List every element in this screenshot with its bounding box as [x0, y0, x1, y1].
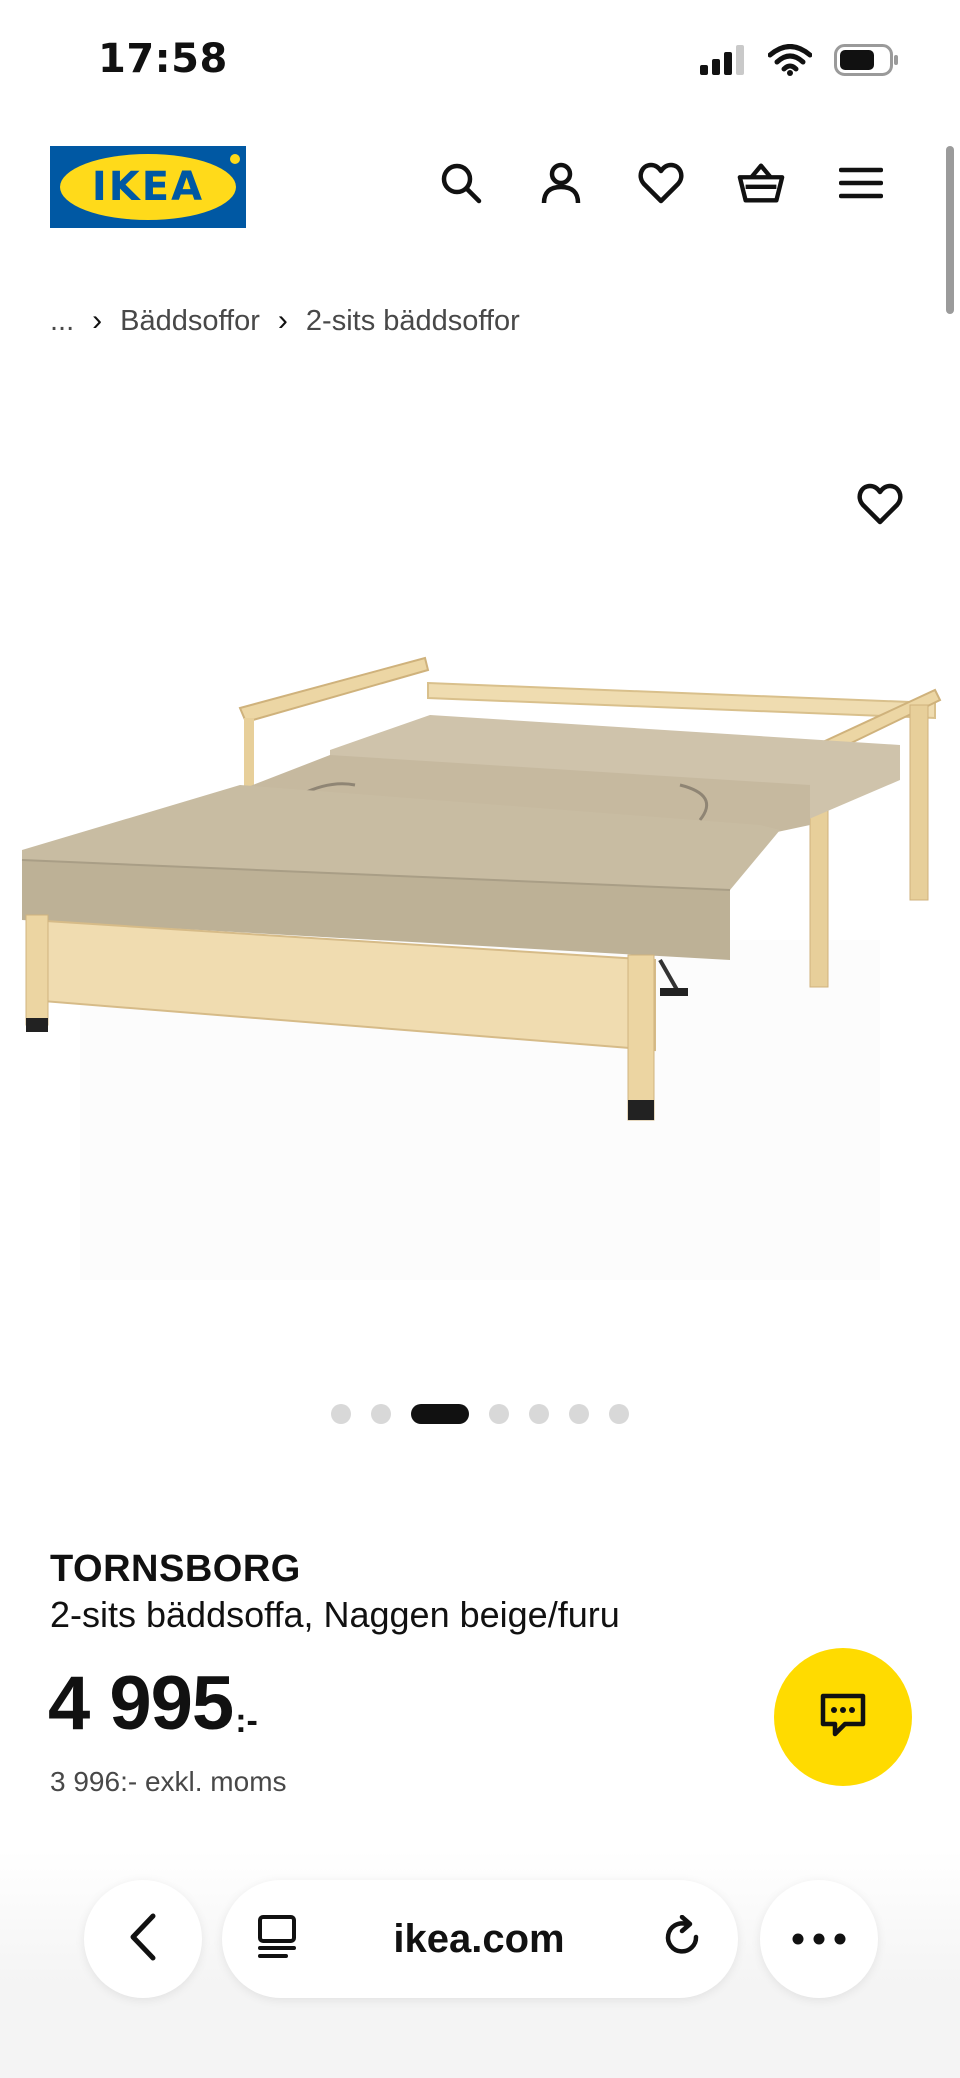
heart-icon[interactable]: [636, 158, 686, 208]
carousel-dot[interactable]: [331, 1404, 351, 1424]
signal-icon: [700, 45, 746, 79]
header-actions: [436, 158, 886, 208]
page-scrollbar[interactable]: [946, 146, 954, 314]
more-options-button[interactable]: [760, 1880, 878, 1998]
wifi-icon: [767, 44, 813, 80]
tabs-icon[interactable]: [256, 1914, 298, 1964]
breadcrumb: ... › Bäddsoffor › 2-sits bäddsoffor: [50, 304, 520, 338]
breadcrumb-item-2-seat-sofa-beds[interactable]: 2-sits bäddsoffor: [306, 305, 520, 338]
url-text[interactable]: ikea.com: [393, 1917, 564, 1962]
price-excl-vat: 3 996:- exkl. moms: [50, 1766, 287, 1797]
product-image[interactable]: [0, 400, 960, 1620]
carousel-dot[interactable]: [371, 1404, 391, 1424]
chat-icon: [817, 1690, 869, 1744]
carousel-dot-active[interactable]: [411, 1404, 469, 1424]
breadcrumb-separator: ›: [277, 304, 288, 337]
price-amount: 4 995: [48, 1661, 234, 1746]
status-icons: [700, 44, 900, 80]
logo-ellipse: IKEA: [60, 154, 236, 220]
logo-text: IKEA: [91, 164, 205, 210]
breadcrumb-item-sofa-beds[interactable]: Bäddsoffor: [120, 305, 260, 338]
breadcrumb-separator: ›: [92, 304, 103, 337]
address-bar[interactable]: ikea.com: [222, 1880, 738, 1998]
menu-icon[interactable]: [836, 158, 886, 208]
more-icon: [792, 1930, 846, 1949]
logo-trademark: [230, 154, 240, 164]
battery-icon: [834, 44, 900, 80]
heart-icon: [857, 483, 903, 529]
breadcrumb-ellipsis[interactable]: ...: [50, 305, 74, 338]
cart-icon[interactable]: [736, 158, 786, 208]
price-suffix: :-: [235, 1702, 258, 1740]
ikea-logo[interactable]: IKEA: [50, 146, 246, 228]
favorite-button[interactable]: [850, 476, 910, 536]
status-time: 17:58: [98, 36, 228, 82]
carousel-dot[interactable]: [609, 1404, 629, 1424]
product-name: TORNSBORG: [50, 1548, 301, 1590]
carousel-dot[interactable]: [569, 1404, 589, 1424]
product-description: 2-sits bäddsoffa, Naggen beige/furu: [50, 1594, 620, 1635]
back-button[interactable]: [84, 1880, 202, 1998]
reload-icon[interactable]: [660, 1914, 704, 1963]
search-icon[interactable]: [436, 158, 486, 208]
account-icon[interactable]: [536, 158, 586, 208]
carousel-dot[interactable]: [529, 1404, 549, 1424]
chat-button[interactable]: [774, 1648, 912, 1786]
carousel-dot[interactable]: [489, 1404, 509, 1424]
carousel-dots: [0, 1404, 960, 1424]
product-price: 4 995 :-: [48, 1664, 258, 1744]
back-icon: [127, 1912, 159, 1966]
